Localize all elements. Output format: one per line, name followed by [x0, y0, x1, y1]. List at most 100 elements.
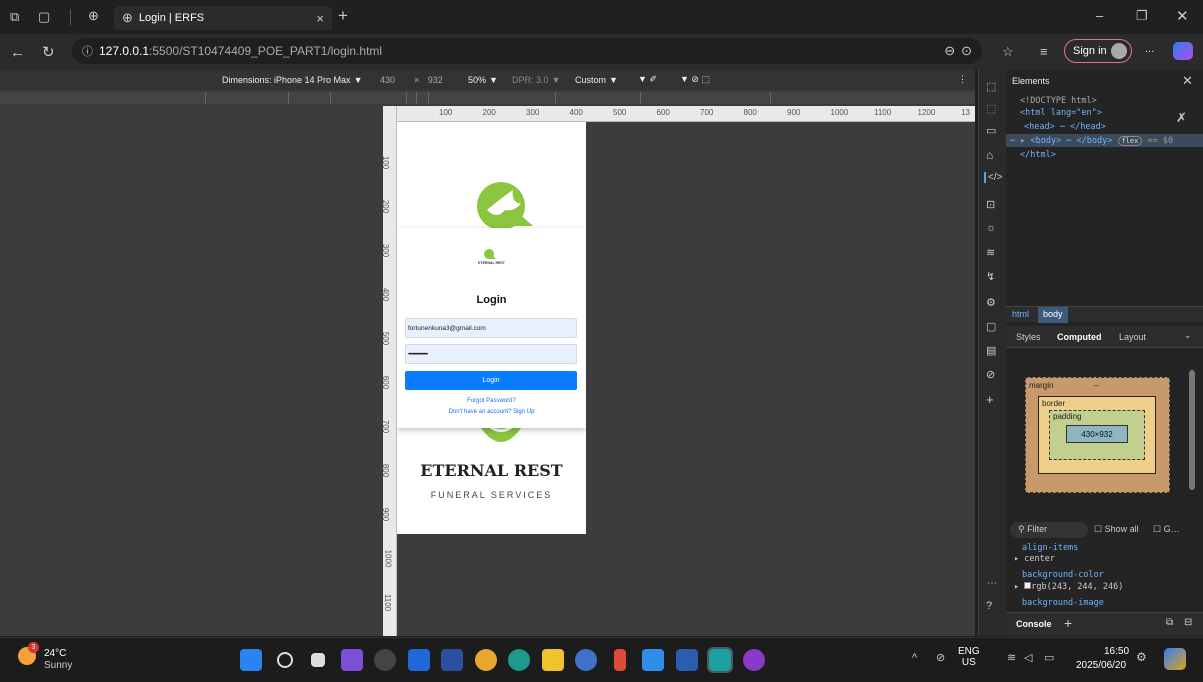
flex-badge[interactable]: flex: [1117, 136, 1143, 146]
box-model-content[interactable]: 430×932: [1066, 425, 1128, 443]
prop-name[interactable]: background-color: [1022, 570, 1104, 580]
console-icon[interactable]: ⊡: [986, 198, 995, 211]
search-icon[interactable]: [276, 652, 293, 668]
weather-desc[interactable]: Sunny: [44, 660, 72, 671]
sensor-icon[interactable]: ▼ ✐: [638, 74, 657, 85]
network-icon[interactable]: ⊘: [936, 651, 945, 664]
dpr-select[interactable]: DPR: 3.0 ▼: [512, 75, 560, 85]
favorite-icon[interactable]: ☆: [1002, 44, 1014, 60]
dom-doctype[interactable]: <!DOCTYPE html>: [1020, 96, 1097, 106]
more-icon[interactable]: ⊙: [961, 43, 972, 59]
prop-name[interactable]: background-image: [1022, 598, 1104, 608]
sign-in-button[interactable]: Sign in: [1064, 39, 1132, 63]
language-indicator[interactable]: ENG US: [958, 646, 980, 668]
crumb-body[interactable]: body: [1038, 307, 1068, 323]
network-icon[interactable]: ≋: [986, 246, 995, 259]
app-icon[interactable]: [407, 649, 430, 671]
width-input[interactable]: 430: [380, 75, 395, 85]
settings-more-button[interactable]: ...: [1145, 43, 1154, 55]
clock-time[interactable]: 16:50: [1104, 646, 1129, 657]
password-field[interactable]: •••••••••••••••: [405, 344, 577, 364]
zoom-select[interactable]: 50% ▼: [468, 75, 498, 85]
filter-input[interactable]: ⚲ Filter: [1010, 522, 1088, 538]
device-icon[interactable]: ⬚: [986, 102, 996, 115]
add-tab-icon[interactable]: +: [1064, 615, 1072, 631]
dom-body[interactable]: ⋯ ▸ <body> ⋯ </body> flex == $0: [1010, 136, 1173, 146]
workspaces-icon[interactable]: ⧉: [10, 9, 19, 25]
home-icon[interactable]: ⌂: [986, 148, 993, 162]
url-field[interactable]: ⓘ 127.0.0.1:5500/ST10474409_POE_PART1/lo…: [72, 38, 982, 64]
forgot-password-link[interactable]: Forgot Password?: [397, 398, 586, 404]
edge-icon[interactable]: [508, 649, 530, 671]
info-icon[interactable]: ⓘ: [82, 43, 93, 59]
box-model-border[interactable]: border padding 430×932: [1038, 396, 1156, 474]
device-select[interactable]: Dimensions: iPhone 14 Pro Max ▼: [222, 75, 362, 85]
wifi-icon[interactable]: ≋: [1007, 651, 1016, 664]
vscode-icon[interactable]: [642, 649, 664, 671]
issues-icon[interactable]: ⊘: [986, 368, 995, 381]
application-icon[interactable]: ▢: [986, 320, 996, 333]
security-icon[interactable]: ▤: [986, 344, 996, 357]
dom-html-close[interactable]: </html>: [1020, 150, 1056, 160]
performance-icon[interactable]: ↯: [986, 270, 995, 283]
close-icon[interactable]: ×: [316, 11, 324, 26]
accessibility-icon[interactable]: ✗: [1176, 110, 1187, 126]
start-icon[interactable]: [240, 649, 262, 671]
close-window-icon[interactable]: ✕: [1176, 7, 1189, 25]
rotate-icon[interactable]: ▼ ⊘ ⬚: [680, 74, 710, 85]
visual-studio-icon[interactable]: [340, 649, 363, 671]
chevron-down-icon[interactable]: ⌄: [1184, 330, 1192, 341]
dock-icon[interactable]: ⧉: [1166, 617, 1173, 628]
tab-styles[interactable]: Styles: [1016, 332, 1041, 342]
crumb-html[interactable]: html: [1012, 309, 1029, 319]
chevron-up-icon[interactable]: ^: [912, 652, 917, 664]
tab-layout[interactable]: Layout: [1119, 332, 1146, 342]
notifications-icon[interactable]: ⚙: [1136, 650, 1147, 664]
group-checkbox[interactable]: ☐ G…: [1153, 524, 1180, 535]
clock-date[interactable]: 2025/06/20: [1076, 660, 1126, 671]
new-tab-icon[interactable]: +: [338, 6, 348, 26]
battery-icon[interactable]: ▭: [1044, 651, 1054, 664]
undock-icon[interactable]: ⊟: [1184, 617, 1192, 628]
tab-login[interactable]: ⊕ Login | ERFS ×: [114, 6, 332, 30]
github-icon[interactable]: [742, 649, 765, 671]
box-model-margin[interactable]: margin – border padding 430×932: [1025, 377, 1170, 493]
welcome-icon[interactable]: ▭: [986, 124, 996, 137]
word-icon[interactable]: [675, 649, 698, 671]
copilot-icon[interactable]: [1173, 42, 1193, 60]
task-view-icon[interactable]: [311, 653, 325, 667]
elements-icon[interactable]: </>: [984, 172, 1002, 183]
app-icon[interactable]: [441, 649, 463, 671]
refresh-icon[interactable]: ↻: [42, 43, 55, 61]
collections-icon[interactable]: ≡: [1040, 44, 1048, 59]
restore-icon[interactable]: ❐: [1136, 8, 1148, 24]
more-options-icon[interactable]: ⋮: [958, 74, 967, 85]
throttle-select[interactable]: Custom ▼: [575, 75, 618, 85]
zoom-icon[interactable]: ⊖: [944, 43, 955, 59]
scrollbar-thumb[interactable]: [1189, 370, 1195, 490]
sources-icon[interactable]: ☼: [986, 222, 996, 234]
file-explorer-icon[interactable]: [541, 649, 564, 671]
console-tab[interactable]: Console: [1016, 619, 1052, 629]
edge-dev-icon[interactable]: [707, 647, 733, 673]
add-tool-icon[interactable]: +: [986, 392, 994, 407]
memory-icon[interactable]: ⚙: [986, 296, 996, 309]
close-icon[interactable]: ✕: [1182, 73, 1193, 89]
tab-actions-icon[interactable]: ▢: [38, 9, 50, 25]
box-model-padding[interactable]: padding 430×932: [1049, 410, 1145, 460]
login-button[interactable]: Login: [405, 371, 577, 390]
microphone-icon[interactable]: [613, 649, 626, 671]
app-icon[interactable]: [575, 649, 597, 671]
chrome-icon[interactable]: [474, 649, 497, 671]
show-all-checkbox[interactable]: ☐ Show all: [1094, 524, 1139, 535]
height-input[interactable]: × 932: [414, 75, 443, 85]
help-icon[interactable]: ?: [986, 600, 992, 612]
email-field[interactable]: fortunenkuna3@gmail.com: [405, 318, 577, 338]
media-query-track[interactable]: [0, 92, 975, 104]
minimize-icon[interactable]: –: [1096, 8, 1103, 23]
prop-name[interactable]: align-items: [1022, 543, 1078, 553]
dom-html[interactable]: <html lang="en">: [1020, 108, 1102, 118]
weather-temp[interactable]: 24°C: [44, 648, 66, 659]
more-tools-icon[interactable]: ⋯: [987, 578, 997, 589]
github-desktop-icon[interactable]: [374, 649, 396, 671]
